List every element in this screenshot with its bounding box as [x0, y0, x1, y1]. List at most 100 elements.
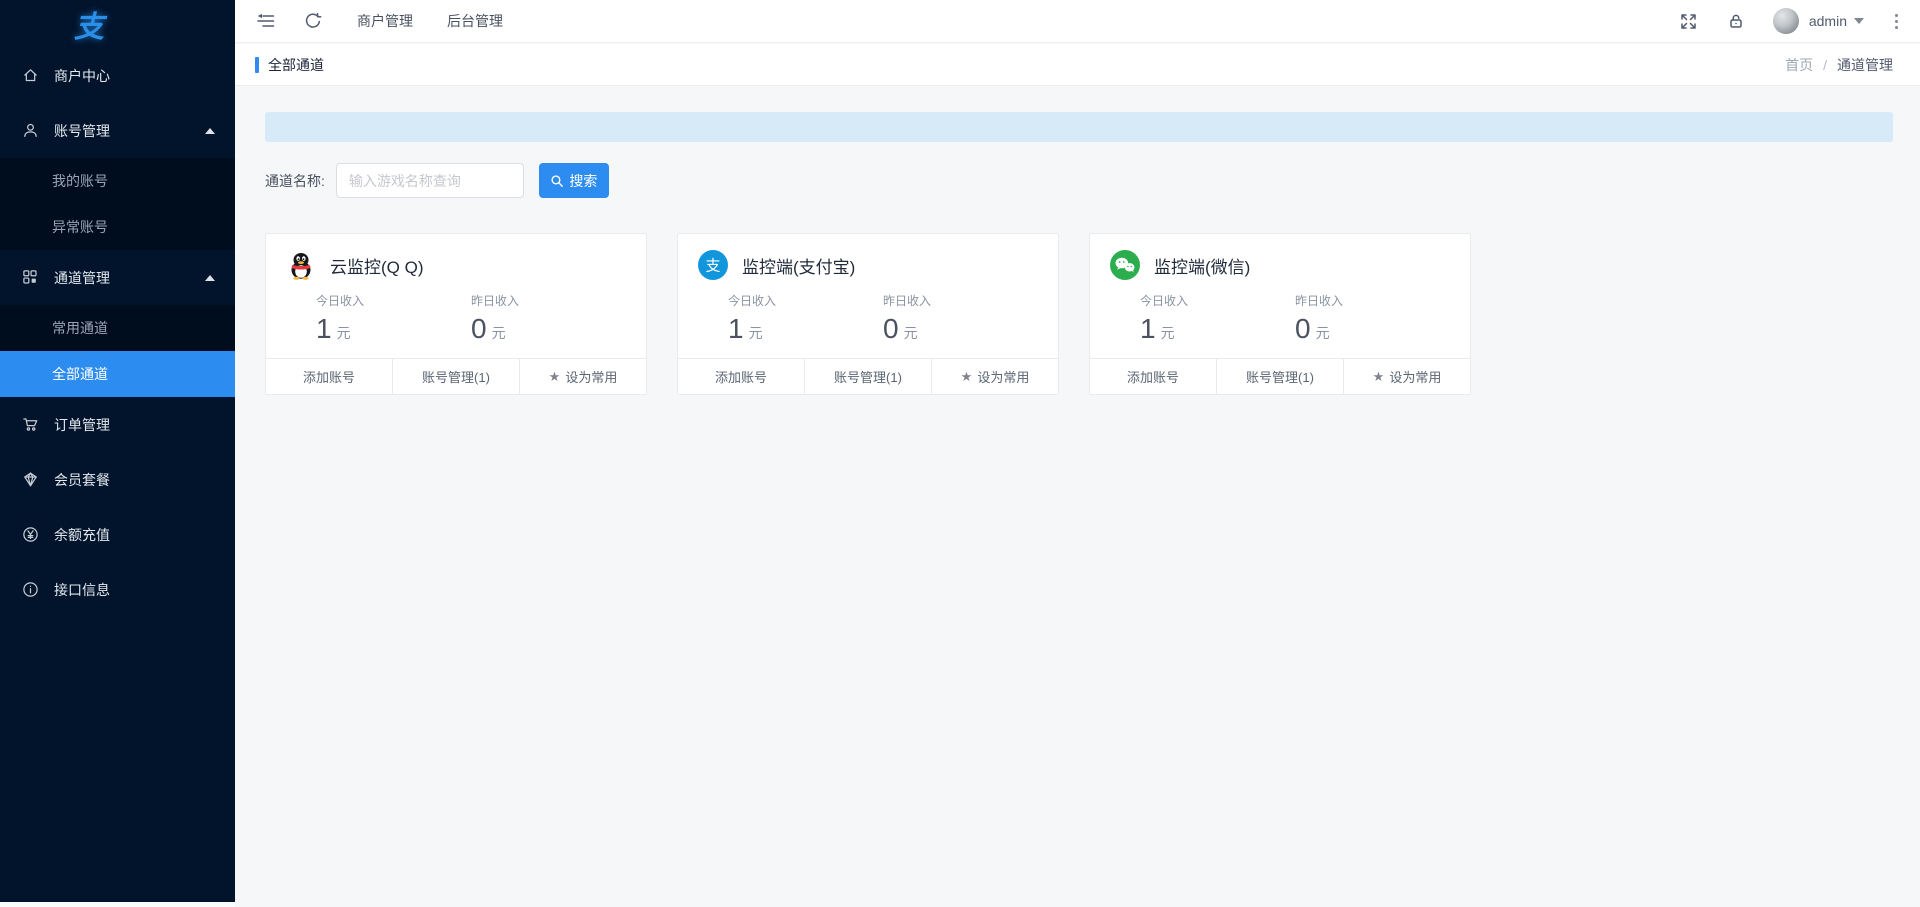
today-income-value: 1 [728, 313, 744, 344]
breadcrumb-separator: / [1823, 56, 1827, 73]
user-avatar[interactable] [1772, 8, 1799, 34]
user-name: admin [1808, 13, 1847, 29]
yen-circle-icon [22, 526, 39, 543]
account-submenu: 我的账号 异常账号 [0, 158, 235, 250]
set-favorite-button[interactable]: ★ 设为常用 [931, 359, 1058, 394]
sidebar-item-account-management[interactable]: 账号管理 [0, 103, 235, 158]
channel-title: 云监控(Q Q) [330, 257, 424, 277]
page-title: 全部通道 [268, 56, 324, 73]
channel-title: 监控端(微信) [1154, 257, 1251, 277]
grid-icon [22, 269, 39, 286]
sidebar-item-merchant-center[interactable]: 商户中心 [0, 48, 235, 103]
sidebar-item-label: 通道管理 [54, 269, 110, 286]
chevron-down-icon [1854, 18, 1864, 24]
add-account-button[interactable]: 添加账号 [1090, 359, 1216, 394]
home-icon [22, 67, 39, 84]
yesterday-income-stat: 昨日收入 0 元 [1295, 294, 1344, 344]
today-income-value: 1 [316, 313, 332, 344]
sidebar-item-label: 接口信息 [54, 581, 110, 598]
sidebar-item-label: 常用通道 [52, 320, 108, 336]
title-marker [255, 56, 259, 73]
sidebar-item-label: 账号管理 [54, 122, 110, 139]
channel-cards: 云监控(Q Q) 今日收入 1 元 昨日收入 0 元 添加账号 账号管理(1) … [265, 233, 1893, 395]
sidebar-item-order-management[interactable]: 订单管理 [0, 397, 235, 452]
main-content: 通道名称: 搜索 [235, 87, 1920, 907]
set-favorite-button[interactable]: ★ 设为常用 [1343, 359, 1470, 394]
top-header-bar: 商户管理 后台管理 admin [235, 0, 1920, 43]
horizontal-scrollbar-track[interactable] [0, 902, 235, 907]
star-icon: ★ [960, 369, 973, 384]
channel-name-label: 通道名称: [265, 172, 325, 189]
page-header-bar: 全部通道 首页 / 通道管理 [235, 44, 1920, 86]
search-icon [551, 174, 564, 187]
channel-title: 监控端(支付宝) [742, 257, 856, 277]
sidebar-item-abnormal-account[interactable]: 异常账号 [0, 204, 235, 250]
yesterday-income-stat: 昨日收入 0 元 [471, 294, 520, 344]
sidebar-item-label: 全部通道 [52, 366, 108, 382]
header-nav: 商户管理 后台管理 [323, 11, 503, 31]
notice-banner [265, 112, 1893, 142]
chevron-up-icon [205, 127, 215, 134]
sidebar-item-balance-recharge[interactable]: 余额充值 [0, 507, 235, 562]
search-button[interactable]: 搜索 [538, 163, 609, 198]
star-icon: ★ [1372, 369, 1385, 384]
channel-card-qq: 云监控(Q Q) 今日收入 1 元 昨日收入 0 元 添加账号 账号管理(1) … [265, 233, 647, 395]
header-right: admin [1652, 8, 1902, 34]
today-income-stat: 今日收入 1 元 [316, 294, 365, 344]
search-form: 通道名称: 搜索 [265, 163, 1893, 198]
lock-icon[interactable] [1726, 11, 1746, 31]
channel-submenu: 常用通道 全部通道 [0, 305, 235, 397]
alipay-icon: 支 [698, 250, 728, 280]
breadcrumb-current: 通道管理 [1837, 56, 1893, 73]
sidebar-item-api-info[interactable]: 接口信息 [0, 562, 235, 617]
star-icon: ★ [548, 369, 561, 384]
nav-item-merchant-management[interactable]: 商户管理 [357, 11, 413, 31]
info-circle-icon [22, 581, 39, 598]
add-account-button[interactable]: 添加账号 [266, 359, 392, 394]
user-icon [22, 122, 39, 139]
sidebar-item-label: 异常账号 [52, 219, 108, 235]
set-favorite-button[interactable]: ★ 设为常用 [519, 359, 646, 394]
chevron-up-icon [205, 274, 215, 281]
sidebar-item-label: 会员套餐 [54, 471, 110, 488]
manage-accounts-button[interactable]: 账号管理(1) [392, 359, 519, 394]
qq-icon [286, 250, 316, 280]
logo-glyph: 支 [74, 10, 104, 45]
sidebar-item-label: 我的账号 [52, 173, 108, 189]
sidebar: 支 商户中心 账号管理 我的账号 异常账号 通道管理 常用通道 全部通道 订单管… [0, 0, 235, 902]
manage-accounts-button[interactable]: 账号管理(1) [1216, 359, 1343, 394]
channel-name-input[interactable] [335, 163, 524, 198]
add-account-button[interactable]: 添加账号 [678, 359, 804, 394]
wechat-icon [1110, 250, 1140, 280]
more-options-icon[interactable] [1891, 10, 1902, 32]
channel-card-alipay: 支 监控端(支付宝) 今日收入 1 元 昨日收入 0 元 添加账号 账号管理(1… [677, 233, 1059, 395]
sidebar-item-all-channels[interactable]: 全部通道 [0, 351, 235, 397]
sidebar-item-label: 余额充值 [54, 526, 110, 543]
yesterday-income-value: 0 [883, 313, 899, 344]
sidebar-item-member-plans[interactable]: 会员套餐 [0, 452, 235, 507]
sidebar-menu: 商户中心 账号管理 我的账号 异常账号 通道管理 常用通道 全部通道 订单管理 … [0, 48, 235, 617]
gem-icon [22, 471, 39, 488]
fullscreen-icon[interactable] [1679, 11, 1699, 31]
user-menu[interactable]: admin [1809, 13, 1864, 29]
sidebar-item-label: 商户中心 [54, 67, 110, 84]
sidebar-item-label: 订单管理 [54, 416, 110, 433]
yesterday-income-value: 0 [471, 313, 487, 344]
channel-card-wechat: 监控端(微信) 今日收入 1 元 昨日收入 0 元 添加账号 账号管理(1) ★… [1089, 233, 1471, 395]
svg-text:支: 支 [705, 258, 720, 275]
app-logo[interactable]: 支 [0, 0, 235, 48]
menu-fold-icon[interactable] [255, 11, 275, 31]
refresh-icon[interactable] [303, 11, 323, 31]
breadcrumb-home[interactable]: 首页 [1785, 55, 1813, 75]
cart-icon [22, 416, 39, 433]
manage-accounts-button[interactable]: 账号管理(1) [804, 359, 931, 394]
today-income-stat: 今日收入 1 元 [1140, 294, 1189, 344]
today-income-value: 1 [1140, 313, 1156, 344]
nav-item-backend-management[interactable]: 后台管理 [447, 11, 503, 31]
yesterday-income-stat: 昨日收入 0 元 [883, 294, 932, 344]
sidebar-item-common-channels[interactable]: 常用通道 [0, 305, 235, 351]
sidebar-item-my-account[interactable]: 我的账号 [0, 158, 235, 204]
sidebar-item-channel-management[interactable]: 通道管理 [0, 250, 235, 305]
today-income-stat: 今日收入 1 元 [728, 294, 777, 344]
breadcrumb: 首页 / 通道管理 [1785, 55, 1893, 75]
